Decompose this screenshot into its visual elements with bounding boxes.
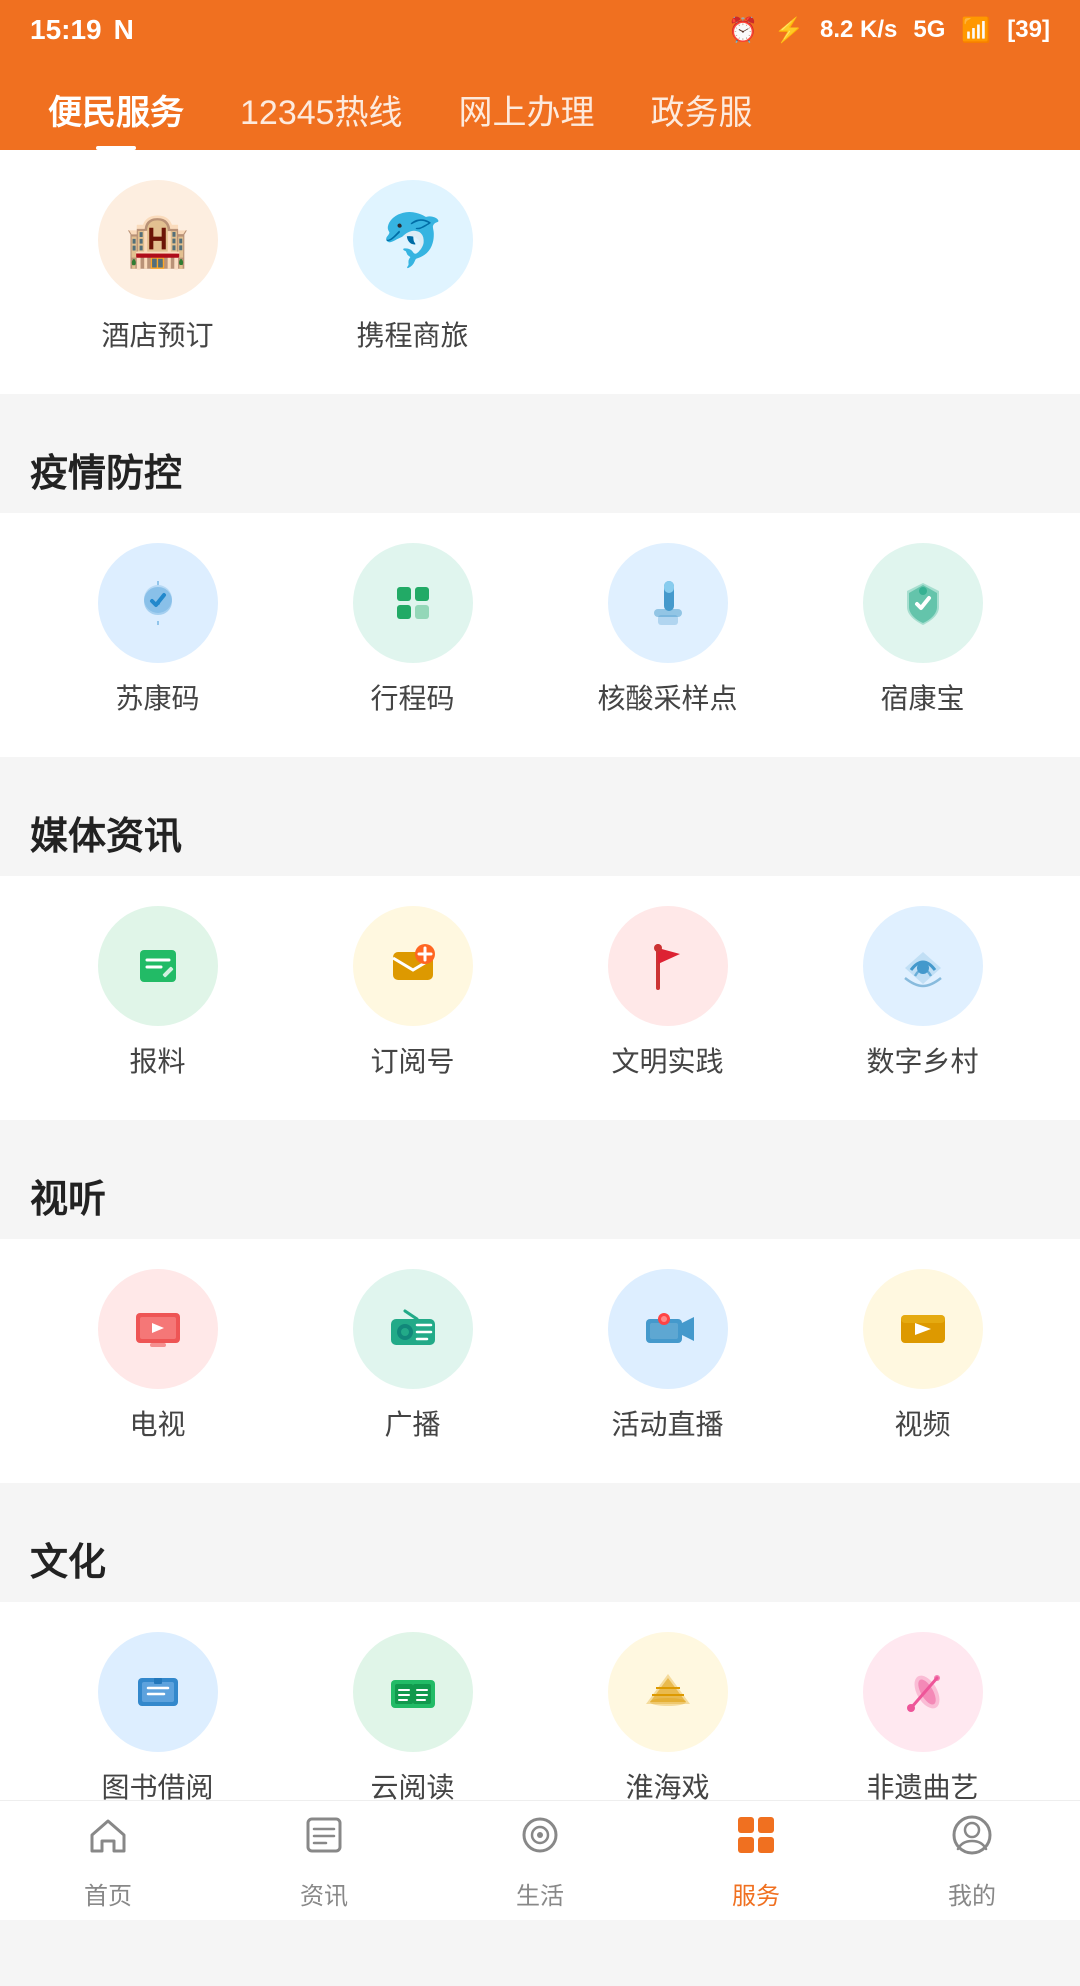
icon-civilization-label: 文明实践 [611, 1040, 723, 1080]
icon-nucleic-label: 核酸采样点 [597, 677, 737, 717]
services-icon [732, 1811, 780, 1868]
icon-travel[interactable]: 行程码 [285, 543, 540, 717]
bottom-nav: 首页 资讯 生活 [0, 1800, 1080, 1920]
icon-digital[interactable]: 数字乡村 [795, 906, 1050, 1080]
section-header-media: 媒体资讯 [0, 777, 1080, 876]
icon-subscribe[interactable]: 订阅号 [285, 906, 540, 1080]
nav-home-label: 首页 [84, 1876, 132, 1911]
life-icon [516, 1811, 564, 1868]
icon-sukanbao[interactable]: 宿康宝 [795, 543, 1050, 717]
home-icon [84, 1811, 132, 1868]
media-icon-row: 报料 订阅号 [0, 896, 1080, 1090]
top-tab-bar: 便民服务 12345热线 网上办理 政务服 [0, 60, 1080, 150]
icon-sukang-label: 苏康码 [115, 677, 199, 717]
icon-subscribe-label: 订阅号 [370, 1040, 454, 1080]
nav-news[interactable]: 资讯 [216, 1811, 432, 1911]
section-epidemic: 苏康码 行程码 [0, 513, 1080, 757]
epidemic-icon-row: 苏康码 行程码 [0, 533, 1080, 727]
nav-mine[interactable]: 我的 [864, 1811, 1080, 1911]
icon-civilization[interactable]: 文明实践 [540, 906, 795, 1080]
icon-heritage-circle [863, 1632, 983, 1752]
main-content: 🏨 酒店预订 🐬 携程商旅 疫情防控 [0, 150, 1080, 1986]
icon-ctrip[interactable]: 🐬 携程商旅 [285, 180, 540, 354]
icon-live-circle [608, 1269, 728, 1389]
icon-radio[interactable]: 广播 [285, 1269, 540, 1443]
icon-video-label: 视频 [894, 1403, 950, 1443]
bluetooth-icon: ⚡ [774, 16, 804, 45]
icon-heritage[interactable]: 非遗曲艺 [795, 1632, 1050, 1806]
section-audiovisual: 电视 广播 [0, 1239, 1080, 1483]
icon-sukanbao-circle [863, 543, 983, 663]
icon-civilization-circle [608, 906, 728, 1026]
icon-video-circle [863, 1269, 983, 1389]
icon-ctrip-label: 携程商旅 [356, 314, 468, 354]
nav-life-label: 生活 [516, 1876, 564, 1911]
nav-mine-label: 我的 [948, 1876, 996, 1911]
time: 15:19 [30, 14, 102, 46]
icon-library-circle [98, 1632, 218, 1752]
nfc-icon: N [114, 14, 134, 46]
tab-convenience[interactable]: 便民服务 [20, 69, 212, 150]
icon-opera[interactable]: 淮海戏 [540, 1632, 795, 1806]
section-header-epidemic: 疫情防控 [0, 414, 1080, 513]
nav-news-label: 资讯 [300, 1876, 348, 1911]
nav-home[interactable]: 首页 [0, 1811, 216, 1911]
icon-library[interactable]: 图书借阅 [30, 1632, 285, 1806]
wifi-icon: 📶 [961, 16, 991, 45]
icon-hotel-label: 酒店预订 [101, 314, 213, 354]
alarm-icon: ⏰ [728, 16, 758, 45]
icon-hotel[interactable]: 🏨 酒店预订 [30, 180, 285, 354]
nav-services-label: 服务 [732, 1876, 780, 1911]
news-icon [300, 1811, 348, 1868]
signal-speed: 8.2 K/s [820, 16, 897, 44]
icon-cloudread[interactable]: 云阅读 [285, 1632, 540, 1806]
icon-hotel-circle: 🏨 [98, 180, 218, 300]
tab-online[interactable]: 网上办理 [431, 69, 623, 150]
icon-tv[interactable]: 电视 [30, 1269, 285, 1443]
icon-tv-circle [98, 1269, 218, 1389]
icon-report[interactable]: 报料 [30, 906, 285, 1080]
mine-icon [948, 1811, 996, 1868]
icon-nucleic-circle [608, 543, 728, 663]
icon-report-circle [98, 906, 218, 1026]
icon-video[interactable]: 视频 [795, 1269, 1050, 1443]
icon-nucleic[interactable]: 核酸采样点 [540, 543, 795, 717]
icon-opera-circle [608, 1632, 728, 1752]
section-header-audiovisual: 视听 [0, 1140, 1080, 1239]
top-icon-row: 🏨 酒店预订 🐬 携程商旅 [0, 170, 1080, 364]
icon-cloudread-circle [353, 1632, 473, 1752]
culture-icon-row: 图书借阅 云阅读 [0, 1622, 1080, 1816]
icon-digital-label: 数字乡村 [866, 1040, 978, 1080]
icon-report-label: 报料 [129, 1040, 185, 1080]
status-bar: 15:19 N ⏰ ⚡ 8.2 K/s 5G 📶 [39] [0, 0, 1080, 60]
icon-digital-circle [863, 906, 983, 1026]
icon-live-label: 活动直播 [611, 1403, 723, 1443]
icon-radio-circle [353, 1269, 473, 1389]
section-header-culture: 文化 [0, 1503, 1080, 1602]
tab-gov[interactable]: 政务服 [623, 69, 781, 150]
icon-subscribe-circle [353, 906, 473, 1026]
icon-travel-label: 行程码 [370, 677, 454, 717]
icon-sukanbao-label: 宿康宝 [880, 677, 964, 717]
icon-sukang-circle [98, 543, 218, 663]
tab-hotline[interactable]: 12345热线 [212, 69, 431, 150]
top-icons-section: 🏨 酒店预订 🐬 携程商旅 [0, 150, 1080, 394]
battery-icon: [39] [1007, 16, 1050, 44]
icon-radio-label: 广播 [384, 1403, 440, 1443]
icon-live[interactable]: 活动直播 [540, 1269, 795, 1443]
audiovisual-icon-row: 电视 广播 [0, 1259, 1080, 1453]
nav-services[interactable]: 服务 [648, 1811, 864, 1911]
section-media: 报料 订阅号 [0, 876, 1080, 1120]
icon-sukang[interactable]: 苏康码 [30, 543, 285, 717]
icon-travel-circle [353, 543, 473, 663]
nav-life[interactable]: 生活 [432, 1811, 648, 1911]
network-icon: 5G [913, 16, 945, 44]
icon-ctrip-circle: 🐬 [353, 180, 473, 300]
icon-tv-label: 电视 [129, 1403, 185, 1443]
